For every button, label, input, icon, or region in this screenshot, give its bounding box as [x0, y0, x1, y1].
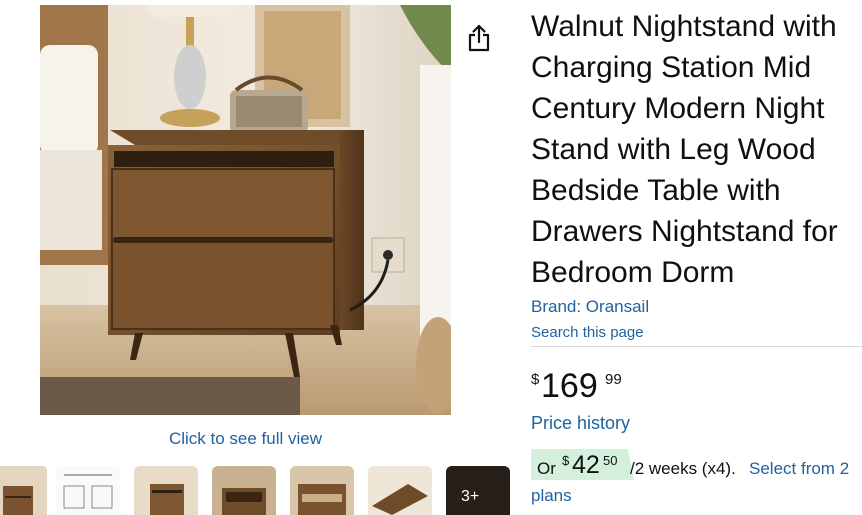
price-fraction: 99: [605, 371, 622, 388]
product-title: Walnut Nightstand with Charging Station …: [531, 6, 862, 293]
title-line: Walnut Nightstand with: [531, 10, 837, 43]
nightstand-photo: [40, 5, 451, 415]
title-line: Century Modern Night: [531, 92, 825, 125]
title-line: Stand with Leg Wood: [531, 133, 816, 166]
thumbnail-more[interactable]: 3+: [446, 466, 510, 515]
installment-fraction: 50: [603, 453, 618, 468]
more-thumbnails-count: 3+: [461, 488, 480, 505]
divider: [531, 346, 862, 347]
price-history-link[interactable]: Price history: [531, 413, 630, 434]
installment-prefix: Or: [537, 459, 556, 478]
installment-currency-symbol: $: [562, 453, 570, 468]
thumbnail-strip: 3+: [0, 466, 520, 515]
select-plans-link[interactable]: Select from 2: [749, 459, 849, 479]
title-line: Charging Station Mid: [531, 51, 812, 84]
share-icon: [468, 24, 490, 52]
title-line: Drawers Nightstand for: [531, 215, 838, 248]
thumbnail-3[interactable]: [134, 466, 198, 515]
click-full-view-link[interactable]: Click to see full view: [40, 429, 451, 449]
main-product-image[interactable]: [40, 5, 451, 415]
thumbnail-1[interactable]: [0, 466, 47, 515]
title-line: Bedside Table with: [531, 174, 781, 207]
brand-link[interactable]: Brand: Oransail: [531, 297, 649, 317]
price-whole: 169: [541, 367, 598, 405]
thumbnail-6[interactable]: [368, 466, 432, 515]
installment-period: /2 weeks (x4).: [630, 459, 736, 478]
thumbnail-2[interactable]: [56, 466, 120, 515]
price-currency-symbol: $: [531, 371, 540, 388]
thumbnail-5[interactable]: [290, 466, 354, 515]
installment-whole: 42: [572, 451, 600, 479]
search-this-page-link[interactable]: Search this page: [531, 324, 644, 341]
thumbnail-4[interactable]: [212, 466, 276, 515]
share-button[interactable]: [466, 24, 492, 52]
select-plans-link-continued[interactable]: plans: [531, 486, 572, 506]
title-line: Bedroom Dorm: [531, 256, 735, 289]
